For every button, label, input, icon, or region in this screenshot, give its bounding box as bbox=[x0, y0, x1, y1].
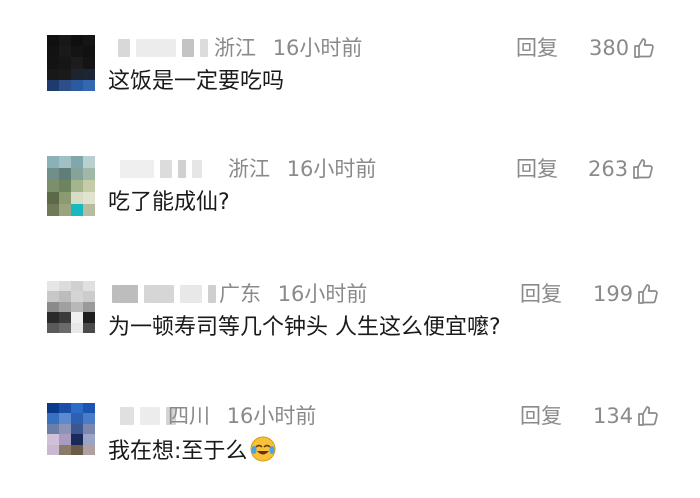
location-label: 广东 bbox=[219, 282, 261, 306]
comment-text: 吃了能成仙? bbox=[108, 190, 230, 215]
comment-text-content: 我在想:至于么 bbox=[108, 439, 248, 464]
like-count: 380 bbox=[589, 36, 630, 60]
like-button[interactable]: 263 bbox=[588, 156, 655, 182]
time-label: 16小时前 bbox=[277, 282, 368, 306]
like-button[interactable]: 134 bbox=[593, 403, 660, 429]
avatar[interactable] bbox=[47, 35, 95, 91]
time-label: 16小时前 bbox=[272, 36, 363, 60]
avatar[interactable] bbox=[47, 281, 95, 333]
like-count: 263 bbox=[588, 157, 629, 181]
location-time: 浙江 16小时前 bbox=[214, 35, 362, 61]
location-label: 四川 bbox=[168, 404, 210, 428]
avatar[interactable] bbox=[47, 403, 95, 455]
comment-text: 这饭是一定要吃吗 bbox=[108, 69, 285, 94]
thumbs-up-icon bbox=[634, 38, 654, 58]
location-time: 广东 16小时前 bbox=[219, 281, 367, 307]
time-label: 16小时前 bbox=[226, 404, 317, 428]
username-blurred[interactable] bbox=[120, 158, 202, 180]
reply-button[interactable]: 回复 bbox=[520, 403, 562, 429]
like-button[interactable]: 199 bbox=[593, 281, 660, 307]
comment-item: 广东 16小时前 回复 199 为一顿寿司等几个钟头 人生这么便宜嚒? bbox=[0, 281, 700, 361]
location-label: 浙江 bbox=[228, 157, 270, 181]
comment-text: 我在想:至于么 bbox=[108, 435, 277, 467]
comment-item: 四川 16小时前 回复 134 我在想:至于么 bbox=[0, 403, 700, 483]
location-time: 浙江 16小时前 bbox=[228, 156, 376, 182]
time-label: 16小时前 bbox=[286, 157, 377, 181]
like-count: 134 bbox=[593, 404, 634, 428]
reply-button[interactable]: 回复 bbox=[520, 281, 562, 307]
location-time: 四川 16小时前 bbox=[168, 403, 316, 429]
location-label: 浙江 bbox=[214, 36, 256, 60]
thumbs-up-icon bbox=[638, 406, 658, 426]
avatar[interactable] bbox=[47, 156, 95, 216]
reply-button[interactable]: 回复 bbox=[516, 156, 558, 182]
username-blurred[interactable] bbox=[112, 283, 216, 305]
thumbs-up-icon bbox=[638, 284, 658, 304]
username-blurred[interactable] bbox=[118, 37, 208, 59]
like-count: 199 bbox=[593, 282, 634, 306]
like-button[interactable]: 380 bbox=[589, 35, 656, 61]
reply-button[interactable]: 回复 bbox=[516, 35, 558, 61]
crying-laughing-emoji-icon bbox=[250, 436, 276, 462]
comment-text: 为一顿寿司等几个钟头 人生这么便宜嚒? bbox=[108, 315, 501, 340]
comment-item: 浙江 16小时前 回复 380 这饭是一定要吃吗 bbox=[0, 35, 700, 115]
comment-item: 浙江 16小时前 回复 263 吃了能成仙? bbox=[0, 156, 700, 236]
thumbs-up-icon bbox=[633, 159, 653, 179]
